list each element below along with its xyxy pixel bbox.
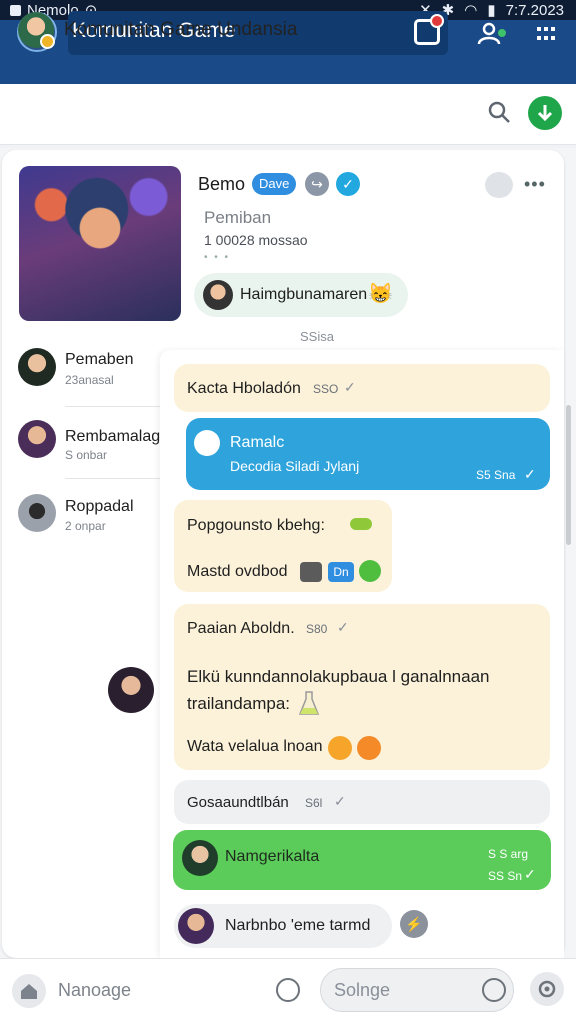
message-text: Narbnbo 'eme tarmd [225, 917, 371, 934]
read-check-icon: ✓ [337, 619, 349, 635]
share-icon[interactable]: ↪ [305, 172, 329, 196]
message-meta: S80 [306, 622, 328, 636]
member-status: S onbar [65, 448, 108, 462]
face-emoji-icon [357, 736, 381, 760]
read-check-icon: ✓ [524, 466, 536, 482]
message-title: Ramalc [230, 434, 285, 451]
message-input[interactable]: Nanoage [58, 980, 131, 1001]
member-name[interactable]: Rembamalag [65, 428, 160, 446]
people-icon[interactable] [477, 22, 507, 46]
message-text: Kacta Hboladón [187, 380, 301, 397]
menu-icon[interactable] [537, 26, 555, 42]
globe-icon [194, 430, 220, 456]
message-avatar [182, 840, 218, 876]
more-icon[interactable]: ••• [524, 174, 546, 195]
cat-emoji-icon: 😸 [368, 283, 393, 305]
wifi-icon: ◠ [464, 2, 478, 19]
message-text: Popgounsto kbehg: [187, 517, 325, 534]
mute-button[interactable] [485, 172, 513, 198]
reaction-avatar [203, 280, 233, 310]
pill-icon [350, 518, 372, 530]
sticker-input-placeholder: Solnge [334, 980, 391, 1000]
post-image[interactable] [19, 166, 181, 321]
emoji-icon[interactable] [482, 978, 506, 1002]
message-text: trailandampa: [187, 694, 291, 713]
flask-icon [298, 690, 320, 716]
post-meta: 1 00028 mossao [204, 232, 308, 248]
post-author[interactable]: Bemo [198, 174, 245, 195]
member-avatar[interactable] [18, 494, 56, 532]
member-status: 23anasal [65, 373, 114, 387]
emoji-icon[interactable] [276, 978, 300, 1002]
message-meta: SSO [313, 382, 339, 396]
badge-icon [40, 34, 55, 49]
message-text: Mastd ovdbod [187, 563, 288, 580]
post-subtitle: Pemiban [204, 208, 272, 227]
tag-badge: Dn [328, 562, 354, 582]
gear-icon [538, 980, 556, 998]
member-name[interactable]: Pemaben [65, 351, 134, 369]
search-icon[interactable] [486, 99, 512, 125]
status-time: 7:7.2023 [505, 1, 564, 19]
message-text: Gosaaundtlbán [187, 794, 289, 811]
settings-button[interactable] [530, 972, 564, 1006]
read-check-icon: ✓ [344, 379, 356, 395]
rock-icon [300, 562, 322, 582]
message-avatar [178, 908, 214, 944]
sender-avatar[interactable] [108, 667, 154, 713]
app-notification-icon [10, 4, 21, 16]
lightning-icon[interactable]: ⚡ [400, 910, 428, 938]
add-button[interactable] [528, 96, 562, 130]
message-header: Paaian Aboldn. [187, 620, 295, 637]
reaction-label: Haimgbunamaren [240, 286, 368, 303]
smile-emoji-icon [359, 560, 381, 582]
notification-badge-icon [430, 14, 444, 28]
post-tag-badge: Dave [252, 173, 297, 195]
divider [65, 478, 160, 479]
home-icon [21, 984, 37, 999]
face-emoji-icon [328, 736, 352, 760]
post-dots: • • • [204, 252, 231, 263]
message-meta: SS Sn [488, 869, 523, 883]
message-text: Decodia Siladi Jylanj [230, 458, 360, 474]
message-meta: S S arg [488, 847, 529, 861]
home-button[interactable] [12, 974, 46, 1008]
read-check-icon: ✓ [334, 793, 346, 809]
message-meta: S5 Sna [476, 468, 516, 482]
read-check-icon: ✓ [524, 866, 536, 882]
message-meta: S6l [305, 796, 323, 810]
message-text: Elkü kunndannolakupbaua l ganalnnaan [187, 667, 490, 686]
divider [65, 406, 160, 407]
message-text: Namgerikalta [225, 848, 320, 865]
member-avatar[interactable] [18, 348, 56, 386]
post-time: SSisa [300, 329, 334, 344]
verified-icon: ✓ [336, 172, 360, 196]
member-status: 2 onpar [65, 519, 106, 533]
group-title: Komunitan Game Undansia [64, 19, 298, 40]
member-name[interactable]: Roppadal [65, 498, 134, 516]
scrollbar[interactable] [566, 405, 571, 545]
download-icon [537, 105, 553, 122]
message-text: Wata velalua lnoan [187, 738, 323, 755]
signal-icon: ▮ [487, 2, 496, 19]
member-avatar[interactable] [18, 420, 56, 458]
